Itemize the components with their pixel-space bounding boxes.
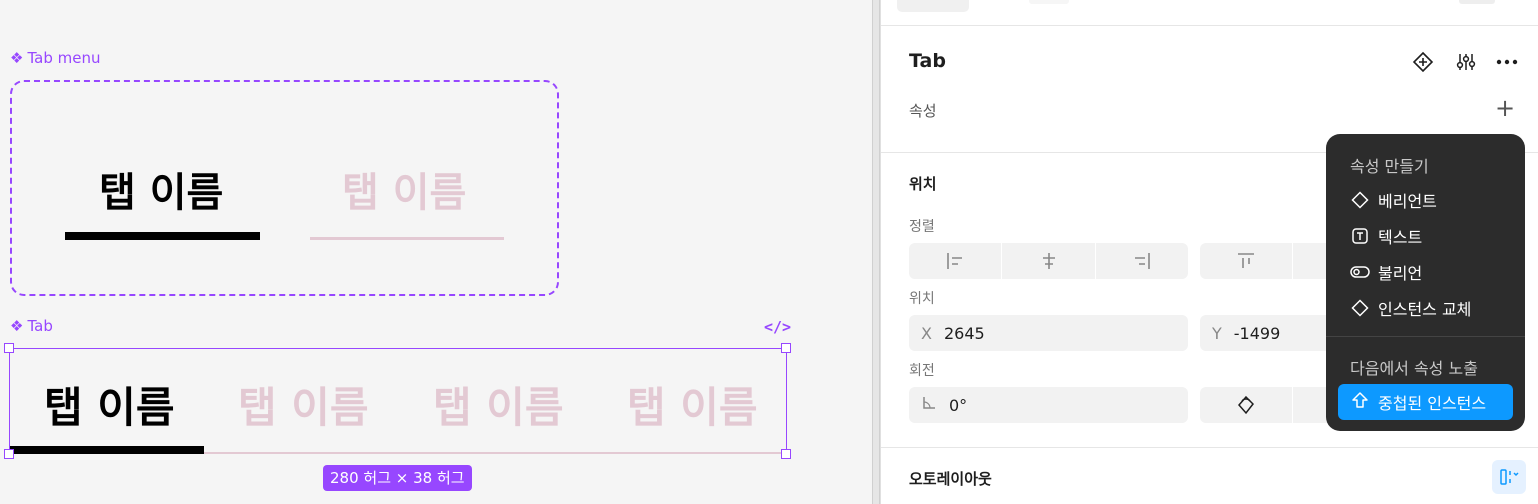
boolean-menu-item[interactable]: 불리언 [1350,260,1422,284]
create-property-popup: 속성 만들기 베리언트 텍스트 불리언 인스턴스 교체 다음에서 속성 노출 중… [1326,134,1525,431]
panel-divider[interactable] [872,0,880,504]
rotation-field[interactable]: 0° [909,387,1188,423]
position-label: 위치 [909,291,935,307]
x-position-field[interactable]: X 2645 [909,315,1188,351]
align-right-button[interactable] [1096,243,1188,279]
diamond-icon [1350,298,1370,318]
align-left-button[interactable] [909,243,1001,279]
tabmenu-active-indicator [65,232,260,240]
text-menu-item[interactable]: 텍스트 [1350,224,1422,248]
y-label: Y [1212,323,1222,343]
diamond-icon [1350,190,1370,210]
align-top-button[interactable] [1200,243,1292,279]
add-property-icon[interactable]: + [1495,96,1515,120]
x-value: 2645 [943,323,985,343]
x-label: X [921,323,932,343]
component-title: Tab [909,50,946,72]
expose-properties-header: 다음에서 속성 노출 [1350,359,1478,378]
tab-active-text: 탭 이름 [44,383,175,432]
text-icon [1350,226,1370,246]
expose-up-icon [1350,390,1370,414]
section-divider [881,447,1538,448]
design-canvas[interactable]: ❖ Tab menu 탭 이름 탭 이름 ❖ Tab </> 탭 이름 탭 이름… [0,0,872,504]
resize-handle[interactable] [4,449,14,459]
create-property-header: 속성 만들기 [1350,157,1429,176]
variant-menu-item[interactable]: 베리언트 [1350,188,1437,212]
tabmenu-component-label[interactable]: ❖ Tab menu [10,49,100,67]
panel-top-tab[interactable] [1029,0,1069,4]
component-icon: ❖ [10,48,24,67]
zoom-level[interactable] [1459,0,1495,4]
rotate-button[interactable] [1200,387,1292,423]
tabmenu-inactive-tab-text: 탭 이름 [342,170,467,216]
panel-top-tabs [881,0,1538,26]
more-options-icon[interactable] [1495,50,1519,74]
tab-inactive-text: 탭 이름 [627,383,758,432]
align-label: 정렬 [909,219,935,235]
angle-icon [921,395,937,415]
size-badge: 280 허그 × 38 허그 [323,465,472,491]
tabmenu-inactive-indicator [310,237,504,240]
nested-instances-button[interactable]: 중첩된 인스턴스 [1338,384,1513,420]
tab-component-label[interactable]: ❖ Tab [10,317,53,335]
toggle-icon [1350,262,1370,282]
tab-active-indicator [10,446,204,454]
autolayout-toggle-icon[interactable] [1492,460,1526,494]
code-icon[interactable]: </> [764,318,791,336]
rotation-value: 0° [949,395,968,415]
autolayout-title: 오토레이아웃 [909,470,992,488]
align-center-h-button[interactable] [1002,243,1095,279]
panel-top-tab-active[interactable] [897,0,969,12]
tabmenu-active-tab-text: 탭 이름 [99,170,224,216]
popup-divider [1326,336,1525,337]
position-section-title: 위치 [909,175,937,193]
instance-swap-menu-item[interactable]: 인스턴스 교체 [1350,296,1471,320]
resize-handle[interactable] [781,343,791,353]
component-icon: ❖ [10,316,24,335]
y-value: -1499 [1233,323,1281,343]
component-diamond-icon[interactable] [1411,50,1435,74]
tab-inactive-text: 탭 이름 [238,383,369,432]
resize-handle[interactable] [781,449,791,459]
resize-handle[interactable] [4,343,14,353]
rotation-label: 회전 [909,363,935,379]
tabmenu-component-set-frame[interactable] [10,80,559,296]
properties-label: 속성 [909,102,937,120]
adjust-properties-icon[interactable] [1454,50,1478,74]
tab-inactive-text: 탭 이름 [433,383,564,432]
